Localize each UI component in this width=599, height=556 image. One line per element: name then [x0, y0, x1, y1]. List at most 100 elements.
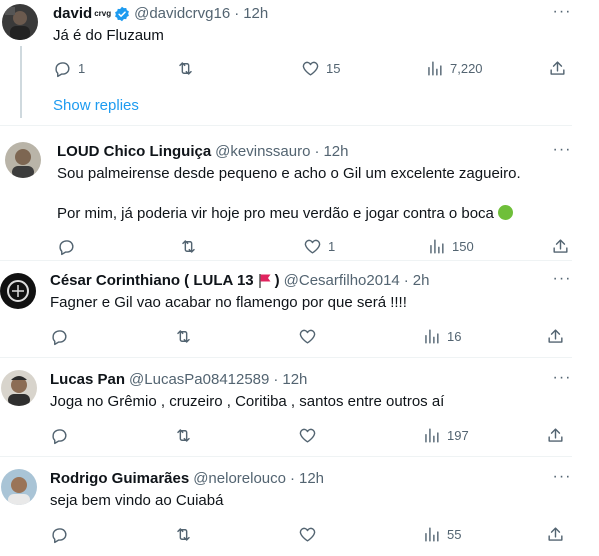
separator-dot: ·: [314, 143, 320, 160]
tweet-2[interactable]: LOUD Chico Linguiça @kevinssauro · 12h ·…: [0, 126, 590, 260]
share-icon: [550, 60, 565, 75]
like-count: 15: [326, 60, 341, 76]
flag-icon: [258, 274, 271, 288]
share-icon: [553, 238, 568, 253]
retweet-icon: [179, 61, 192, 75]
retweet-icon: [182, 239, 195, 253]
like-icon: [299, 527, 316, 542]
retweet-button[interactable]: [179, 236, 204, 256]
author-name-suffix: ): [274, 272, 280, 289]
timestamp[interactable]: 12h: [299, 469, 324, 489]
retweet-button[interactable]: [174, 524, 199, 544]
reply-button[interactable]: [50, 326, 75, 346]
views-button[interactable]: 55: [422, 524, 461, 544]
thread-line: [20, 46, 22, 118]
views-icon: [425, 526, 439, 542]
views-count: 150: [452, 238, 474, 254]
share-button[interactable]: [551, 236, 570, 256]
retweet-button[interactable]: [174, 326, 199, 346]
like-icon: [302, 61, 319, 76]
like-icon: [304, 239, 321, 254]
views-button[interactable]: 7,220: [425, 58, 483, 78]
share-button[interactable]: [546, 524, 565, 544]
retweet-icon: [177, 428, 190, 442]
author-name[interactable]: César Corinthiano ( LULA 13: [50, 271, 254, 291]
avatar[interactable]: [0, 273, 36, 309]
author-name[interactable]: Lucas Pan: [50, 370, 125, 390]
tweet-text: Sou palmeirense desde pequeno e acho o G…: [57, 165, 521, 182]
like-count: 1: [328, 238, 336, 254]
views-count: 16: [447, 328, 462, 344]
timestamp[interactable]: 12h: [282, 370, 307, 390]
share-icon: [548, 526, 563, 541]
like-button[interactable]: [298, 425, 323, 445]
author-handle[interactable]: @kevinssauro: [215, 142, 310, 162]
views-count: 55: [447, 526, 462, 542]
retweet-button[interactable]: [176, 58, 201, 78]
views-icon: [430, 238, 444, 254]
reply-icon: [59, 239, 74, 255]
views-count: 7,220: [450, 60, 483, 76]
like-button[interactable]: [298, 524, 323, 544]
timestamp[interactable]: 2h: [413, 271, 430, 291]
tweet-text: Já é do Fluzaum: [53, 27, 164, 44]
more-icon[interactable]: ···: [552, 469, 572, 491]
author-name[interactable]: LOUD Chico Linguiça: [57, 142, 211, 162]
name-badge: crvg: [94, 9, 112, 18]
separator-dot: ·: [403, 272, 409, 289]
share-icon: [548, 427, 563, 442]
show-replies-link[interactable]: Show replies: [53, 96, 139, 116]
reply-icon: [52, 428, 67, 444]
views-button[interactable]: 16: [422, 326, 461, 346]
share-button[interactable]: [546, 326, 565, 346]
more-icon[interactable]: ···: [552, 142, 572, 164]
reply-icon: [55, 61, 70, 77]
more-icon[interactable]: ···: [552, 370, 572, 392]
views-button[interactable]: 197: [422, 425, 469, 445]
views-button[interactable]: 150: [427, 236, 474, 256]
reply-button[interactable]: [50, 524, 75, 544]
share-button[interactable]: [546, 425, 565, 445]
author-handle[interactable]: @davidcrvg16: [134, 4, 230, 24]
avatar[interactable]: [5, 142, 41, 178]
avatar[interactable]: [2, 4, 38, 40]
share-button[interactable]: [548, 58, 567, 78]
like-icon: [299, 329, 316, 344]
timestamp[interactable]: 12h: [323, 142, 348, 162]
author-name[interactable]: Rodrigo Guimarães: [50, 469, 189, 489]
tweet-text: Fagner e Gil vao acabar no flamengo por …: [50, 294, 407, 311]
retweet-icon: [177, 527, 190, 541]
author-handle[interactable]: @Cesarfilho2014: [284, 271, 400, 291]
like-button[interactable]: [298, 326, 323, 346]
author-handle[interactable]: @nelorelouco: [193, 469, 286, 489]
tweet-4[interactable]: Lucas Pan @LucasPa08412589 · 12h ··· Jog…: [0, 358, 590, 456]
tweet-3[interactable]: César Corinthiano ( LULA 13 ) @Cesarfilh…: [0, 261, 590, 357]
tweet-text: seja bem vindo ao Cuiabá: [50, 492, 224, 509]
timestamp[interactable]: 12h: [243, 4, 268, 24]
views-icon: [428, 60, 442, 76]
author-name[interactable]: david: [53, 4, 92, 24]
tweet-text-line: Por mim, já poderia vir hoje pro meu ver…: [57, 205, 494, 222]
reply-button[interactable]: 1: [53, 58, 85, 78]
more-icon[interactable]: ···: [552, 4, 572, 26]
tweet-5[interactable]: Rodrigo Guimarães @nelorelouco · 12h ···…: [0, 457, 590, 556]
green-circle-emoji: [497, 205, 513, 220]
reply-button[interactable]: [50, 425, 75, 445]
like-button[interactable]: 1: [303, 236, 335, 256]
verified-icon: [115, 6, 130, 22]
tweet-text: Por mim, já poderia vir hoje pro meu ver…: [57, 204, 513, 224]
like-icon: [299, 428, 316, 443]
avatar[interactable]: [1, 469, 37, 505]
reply-count: 1: [78, 60, 86, 76]
more-icon[interactable]: ···: [552, 271, 572, 293]
retweet-icon: [177, 329, 190, 343]
separator-dot: ·: [234, 5, 240, 22]
separator-dot: ·: [273, 371, 279, 388]
avatar[interactable]: [1, 370, 37, 406]
retweet-button[interactable]: [174, 425, 199, 445]
views-icon: [425, 427, 439, 443]
reply-button[interactable]: [57, 236, 82, 256]
reply-icon: [52, 527, 67, 543]
author-handle[interactable]: @LucasPa08412589: [129, 370, 269, 390]
like-button[interactable]: 15: [301, 58, 340, 78]
